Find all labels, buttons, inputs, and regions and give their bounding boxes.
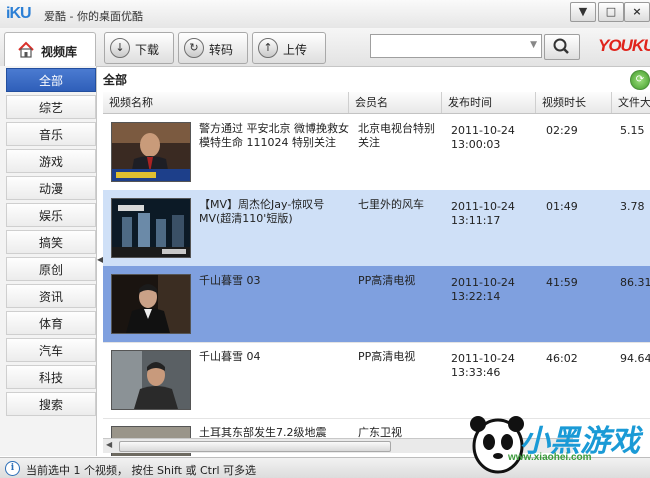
sidebar-item-entertainment[interactable]: 娱乐 bbox=[6, 203, 96, 227]
video-duration: 02:29 bbox=[546, 124, 578, 137]
search-icon bbox=[553, 38, 569, 54]
scroll-left-icon[interactable]: ◀ bbox=[106, 440, 112, 449]
search-input[interactable] bbox=[371, 35, 519, 55]
refresh-icon[interactable]: ⟳ bbox=[630, 70, 650, 90]
table-row[interactable]: 【MV】周杰伦Jay-惊叹号MV(超清110'短版) 七里外的风车 2011-1… bbox=[103, 190, 650, 267]
chevron-down-icon[interactable]: ▼ bbox=[530, 40, 537, 50]
video-size: 5.15 bbox=[620, 124, 645, 137]
sidebar-item-original[interactable]: 原创 bbox=[6, 257, 96, 281]
upload-label: 上传 bbox=[283, 43, 308, 57]
sidebar-item-anime[interactable]: 动漫 bbox=[6, 176, 96, 200]
transcode-label: 转码 bbox=[209, 43, 234, 57]
table-row[interactable]: 警方通过 平安北京 微博挽救女模特生命 111024 特别关注 北京电视台特别关… bbox=[103, 114, 650, 191]
publish-date: 2011-10-24 bbox=[451, 124, 515, 137]
sidebar-item-news[interactable]: 资讯 bbox=[6, 284, 96, 308]
download-button[interactable]: ↓ 下载 bbox=[104, 32, 174, 64]
table-header: 视频名称 会员名 发布时间 视频时长 文件大小 bbox=[103, 92, 650, 114]
video-title: 千山暮雪 03 bbox=[199, 274, 261, 287]
toolbar: 视频库 ↓ 下载 ↻ 转码 ↑ 上传 ▼ YOUKU bbox=[0, 28, 650, 68]
minimize-button[interactable]: ▼ bbox=[570, 2, 596, 22]
watermark-site: www.xiaohei.com bbox=[508, 452, 592, 463]
column-header-size[interactable]: 文件大小 bbox=[611, 92, 650, 113]
restore-button[interactable]: □ bbox=[598, 2, 624, 22]
iku-logo: iKU bbox=[6, 5, 32, 22]
sidebar-item-variety[interactable]: 综艺 bbox=[6, 95, 96, 119]
publish-date: 2011-10-24 bbox=[451, 200, 515, 213]
column-header-date[interactable]: 发布时间 bbox=[441, 92, 535, 113]
video-uploader: 北京电视台特别关注 bbox=[358, 122, 435, 149]
video-publish-time: 2011-10-24 13:11:17 bbox=[451, 200, 531, 228]
title-bar: iKU 爱酷 - 你的桌面优酷 ▼ □ × bbox=[0, 0, 650, 29]
table-row[interactable]: 千山暮雪 04 PP高清电视 2011-10-24 13:33:46 46:02… bbox=[103, 342, 650, 419]
category-sidebar: 全部 综艺 音乐 游戏 动漫 娱乐 搞笑 原创 资讯 体育 汽车 科技 搜索 bbox=[0, 66, 97, 456]
info-icon: i bbox=[5, 461, 20, 476]
youku-logo: YOUKU bbox=[598, 36, 650, 56]
video-thumbnail[interactable] bbox=[111, 274, 191, 334]
video-uploader: PP高清电视 bbox=[358, 350, 416, 363]
publish-clock: 13:33:46 bbox=[451, 366, 501, 379]
video-duration: 41:59 bbox=[546, 276, 578, 289]
publish-clock: 13:11:17 bbox=[451, 214, 501, 227]
publish-clock: 13:00:03 bbox=[451, 138, 501, 151]
status-text: 当前选中 1 个视频， 按住 Shift 或 Ctrl 可多选 bbox=[26, 464, 257, 477]
sidebar-item-search[interactable]: 搜索 bbox=[6, 392, 96, 416]
video-publish-time: 2011-10-24 13:33:46 bbox=[451, 352, 531, 380]
column-header-uploader[interactable]: 会员名 bbox=[348, 92, 441, 113]
sidebar-item-tech[interactable]: 科技 bbox=[6, 365, 96, 389]
video-duration: 46:02 bbox=[546, 352, 578, 365]
upload-button[interactable]: ↑ 上传 bbox=[252, 32, 326, 64]
close-button[interactable]: × bbox=[624, 2, 650, 22]
video-title: 【MV】周杰伦Jay-惊叹号MV(超清110'短版) bbox=[199, 198, 325, 225]
sidebar-item-all[interactable]: 全部 bbox=[6, 68, 96, 92]
video-publish-time: 2011-10-24 13:00:03 bbox=[451, 124, 531, 152]
sidebar-item-funny[interactable]: 搞笑 bbox=[6, 230, 96, 254]
tab-video-library[interactable]: 视频库 bbox=[4, 32, 96, 68]
transcode-button[interactable]: ↻ 转码 bbox=[178, 32, 248, 64]
video-uploader: PP高清电视 bbox=[358, 274, 416, 287]
video-uploader: 七里外的风车 bbox=[358, 198, 424, 211]
publish-clock: 13:22:14 bbox=[451, 290, 501, 303]
youku-brand-text: YOUKU bbox=[598, 36, 650, 55]
section-title: 全部 bbox=[103, 73, 128, 87]
tab-label: 视频库 bbox=[41, 45, 78, 59]
upload-icon: ↑ bbox=[258, 38, 278, 58]
video-size: 86.31 bbox=[620, 276, 650, 289]
video-title: 警方通过 平安北京 微博挽救女模特生命 111024 特别关注 bbox=[199, 122, 349, 149]
video-thumbnail[interactable] bbox=[111, 198, 191, 258]
column-header-duration[interactable]: 视频时长 bbox=[535, 92, 611, 113]
scrollbar-thumb[interactable] bbox=[119, 441, 391, 452]
video-title: 千山暮雪 04 bbox=[199, 350, 261, 363]
sidebar-item-autos[interactable]: 汽车 bbox=[6, 338, 96, 362]
search-button[interactable] bbox=[544, 34, 580, 60]
publish-date: 2011-10-24 bbox=[451, 276, 515, 289]
video-size: 3.78 bbox=[620, 200, 645, 213]
search-box: ▼ bbox=[370, 34, 542, 58]
video-thumbnail[interactable] bbox=[111, 122, 191, 182]
video-size: 94.64 bbox=[620, 352, 650, 365]
home-icon bbox=[17, 41, 35, 62]
video-publish-time: 2011-10-24 13:22:14 bbox=[451, 276, 531, 304]
video-thumbnail[interactable] bbox=[111, 350, 191, 410]
download-icon: ↓ bbox=[110, 38, 130, 58]
sidebar-item-music[interactable]: 音乐 bbox=[6, 122, 96, 146]
download-label: 下载 bbox=[135, 43, 160, 57]
video-list-panel: 全部 ⟳ 视频名称 会员名 发布时间 视频时长 文件大小 警方通过 平安北京 微… bbox=[103, 66, 650, 456]
table-row[interactable]: 千山暮雪 03 PP高清电视 2011-10-24 13:22:14 41:59… bbox=[103, 266, 650, 343]
video-duration: 01:49 bbox=[546, 200, 578, 213]
sidebar-item-games[interactable]: 游戏 bbox=[6, 149, 96, 173]
window-title: 爱酷 - 你的桌面优酷 bbox=[44, 10, 143, 23]
sidebar-item-sports[interactable]: 体育 bbox=[6, 311, 96, 335]
publish-date: 2011-10-24 bbox=[451, 352, 515, 365]
column-header-title[interactable]: 视频名称 bbox=[103, 92, 348, 113]
refresh-icon: ↻ bbox=[184, 38, 204, 58]
